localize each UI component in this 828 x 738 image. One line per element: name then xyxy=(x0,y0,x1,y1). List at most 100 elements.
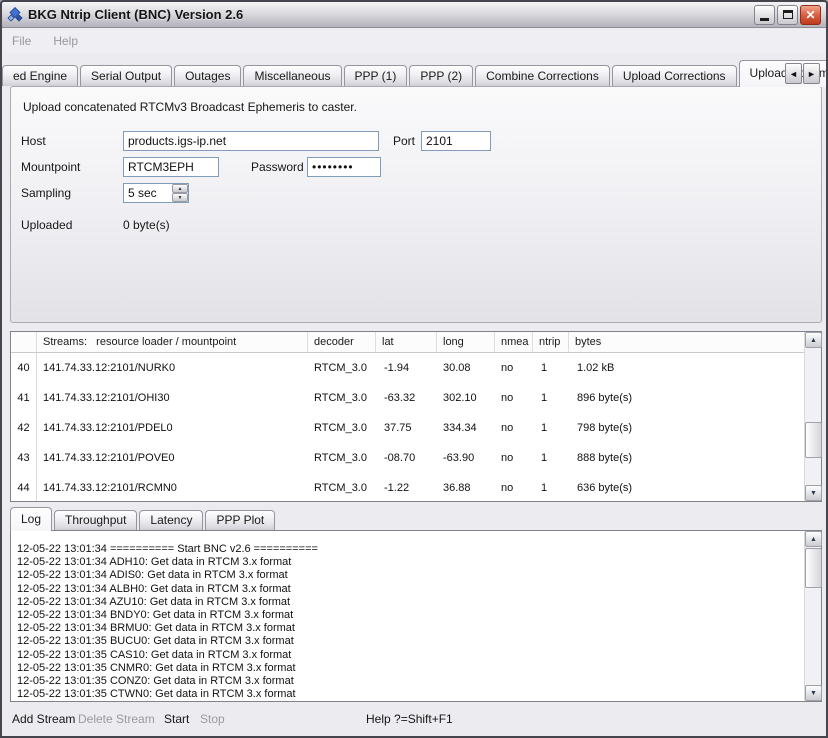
cell-lat: -63.32 xyxy=(376,383,437,413)
table-row[interactable]: 43 141.74.33.12:2101/POVE0 RTCM_3.0 -08.… xyxy=(11,443,804,473)
tab-serial-output[interactable]: Serial Output xyxy=(80,65,172,86)
sampling-spin-down-button[interactable]: ▼ xyxy=(172,193,188,202)
tab-scroll-buttons: ◄ ► xyxy=(785,63,820,84)
tab-ppp-plot[interactable]: PPP Plot xyxy=(205,510,275,530)
log-line: 12-05-22 13:01:34 ALBH0: Get data in RTC… xyxy=(17,583,804,596)
upload-ephemeris-panel: Upload concatenated RTCMv3 Broadcast Eph… xyxy=(10,86,822,323)
scroll-down-button[interactable]: ▼ xyxy=(805,485,822,501)
cell-decoder: RTCM_3.0 xyxy=(308,353,376,383)
tab-ppp-2[interactable]: PPP (2) xyxy=(409,65,473,86)
cell-long: 30.08 xyxy=(437,353,495,383)
minimize-button[interactable] xyxy=(754,5,775,25)
cell-ntrip: 1 xyxy=(533,353,569,383)
column-header-bytes[interactable]: bytes xyxy=(569,332,804,352)
cell-lat: -1.22 xyxy=(376,473,437,501)
spin-down-icon: ▼ xyxy=(178,195,183,201)
log-line: 12-05-22 13:01:35 BUCU0: Get data in RTC… xyxy=(17,635,804,648)
add-stream-button[interactable]: Add Stream xyxy=(12,712,75,726)
scroll-down-button[interactable]: ▼ xyxy=(805,685,822,701)
cell-lat: -08.70 xyxy=(376,443,437,473)
scroll-up-button[interactable]: ▲ xyxy=(805,531,822,547)
tab-upload-corrections[interactable]: Upload Corrections xyxy=(612,65,737,86)
tab-ppp-1[interactable]: PPP (1) xyxy=(344,65,408,86)
scroll-thumb[interactable] xyxy=(805,548,822,588)
row-number: 41 xyxy=(11,383,37,413)
column-header-streams[interactable]: Streams: resource loader / mountpoint xyxy=(37,332,308,352)
app-icon xyxy=(7,7,23,23)
table-row[interactable]: 44 141.74.33.12:2101/RCMN0 RTCM_3.0 -1.2… xyxy=(11,473,804,501)
tab-miscellaneous[interactable]: Miscellaneous xyxy=(243,65,341,86)
password-label: Password xyxy=(251,160,304,174)
table-row[interactable]: 42 141.74.33.12:2101/PDEL0 RTCM_3.0 37.7… xyxy=(11,413,804,443)
port-input[interactable] xyxy=(421,131,491,151)
row-number: 40 xyxy=(11,353,37,383)
window-title: BKG Ntrip Client (BNC) Version 2.6 xyxy=(28,7,752,22)
cell-nmea: no xyxy=(495,473,533,501)
cell-nmea: no xyxy=(495,353,533,383)
row-number: 43 xyxy=(11,443,37,473)
tab-scroll-right-button[interactable]: ► xyxy=(803,63,820,84)
tab-throughput[interactable]: Throughput xyxy=(54,510,137,530)
tab-log[interactable]: Log xyxy=(10,507,52,531)
menu-help[interactable]: Help xyxy=(53,34,78,48)
cell-ntrip: 1 xyxy=(533,443,569,473)
column-header-lat[interactable]: lat xyxy=(376,332,437,352)
menu-file[interactable]: File xyxy=(12,34,31,48)
log-line: 12-05-22 13:01:34 AZU10: Get data in RTC… xyxy=(17,596,804,609)
streams-table-main: Streams: resource loader / mountpoint de… xyxy=(11,332,804,501)
sampling-spinbox[interactable]: 5 sec ▲ ▼ xyxy=(123,183,189,203)
scroll-down-icon: ▼ xyxy=(810,490,817,497)
scroll-thumb[interactable] xyxy=(805,422,822,458)
mountpoint-label: Mountpoint xyxy=(21,160,80,174)
column-header-nmea[interactable]: nmea xyxy=(495,332,533,352)
streams-table: Streams: resource loader / mountpoint de… xyxy=(10,331,822,502)
table-row[interactable]: 41 141.74.33.12:2101/OHI30 RTCM_3.0 -63.… xyxy=(11,383,804,413)
mountpoint-input[interactable] xyxy=(123,157,219,177)
cell-ntrip: 1 xyxy=(533,413,569,443)
sampling-spin-buttons: ▲ ▼ xyxy=(172,184,188,202)
minimize-icon xyxy=(760,18,769,21)
password-input[interactable] xyxy=(307,157,381,177)
titlebar[interactable]: BKG Ntrip Client (BNC) Version 2.6 ✕ xyxy=(2,2,826,28)
cell-bytes: 1.02 kB xyxy=(569,353,804,383)
tab-outages[interactable]: Outages xyxy=(174,65,241,86)
close-button[interactable]: ✕ xyxy=(800,5,821,25)
scroll-down-icon: ▼ xyxy=(810,690,817,697)
row-number: 42 xyxy=(11,413,37,443)
cell-ntrip: 1 xyxy=(533,383,569,413)
log-line: 12-05-22 13:01:35 CAS10: Get data in RTC… xyxy=(17,649,804,662)
sampling-spin-up-button[interactable]: ▲ xyxy=(172,184,188,193)
log-line: 12-05-22 13:01:35 CTWN0: Get data in RTC… xyxy=(17,688,804,701)
log-output: 12-05-22 13:01:34 ========== Start BNC v… xyxy=(11,531,804,701)
host-input[interactable] xyxy=(123,131,379,151)
cell-decoder: RTCM_3.0 xyxy=(308,413,376,443)
host-label: Host xyxy=(21,134,46,148)
tab-scroll-left-button[interactable]: ◄ xyxy=(785,63,802,84)
cell-long: -63.90 xyxy=(437,443,495,473)
port-label: Port xyxy=(393,134,415,148)
streams-scrollbar[interactable]: ▲ ▼ xyxy=(804,332,821,501)
stop-button[interactable]: Stop xyxy=(200,712,225,726)
scroll-up-button[interactable]: ▲ xyxy=(805,332,822,348)
column-header-long[interactable]: long xyxy=(437,332,495,352)
start-button[interactable]: Start xyxy=(164,712,189,726)
tab-combine-corrections[interactable]: Combine Corrections xyxy=(475,65,610,86)
cell-resource: 141.74.33.12:2101/RCMN0 xyxy=(37,473,308,501)
column-header-decoder[interactable]: decoder xyxy=(308,332,376,352)
log-scrollbar[interactable]: ▲ ▼ xyxy=(804,531,821,701)
streams-table-header: Streams: resource loader / mountpoint de… xyxy=(11,332,804,353)
tab-feed-engine[interactable]: ed Engine xyxy=(2,65,78,86)
tab-latency[interactable]: Latency xyxy=(139,510,203,530)
row-header-corner xyxy=(11,332,37,352)
cell-resource: 141.74.33.12:2101/NURK0 xyxy=(37,353,308,383)
column-header-ntrip[interactable]: ntrip xyxy=(533,332,569,352)
table-row[interactable]: 40 141.74.33.12:2101/NURK0 RTCM_3.0 -1.9… xyxy=(11,353,804,383)
cell-resource: 141.74.33.12:2101/POVE0 xyxy=(37,443,308,473)
log-line: 12-05-22 13:01:35 CONZ0: Get data in RTC… xyxy=(17,675,804,688)
statusbar: Add Stream Delete Stream Start Stop Help… xyxy=(2,702,826,736)
panel-description: Upload concatenated RTCMv3 Broadcast Eph… xyxy=(23,100,357,114)
log-line: 12-05-22 13:01:34 ADH10: Get data in RTC… xyxy=(17,556,804,569)
maximize-button[interactable] xyxy=(777,5,798,25)
uploaded-value: 0 byte(s) xyxy=(123,218,170,232)
delete-stream-button[interactable]: Delete Stream xyxy=(78,712,155,726)
